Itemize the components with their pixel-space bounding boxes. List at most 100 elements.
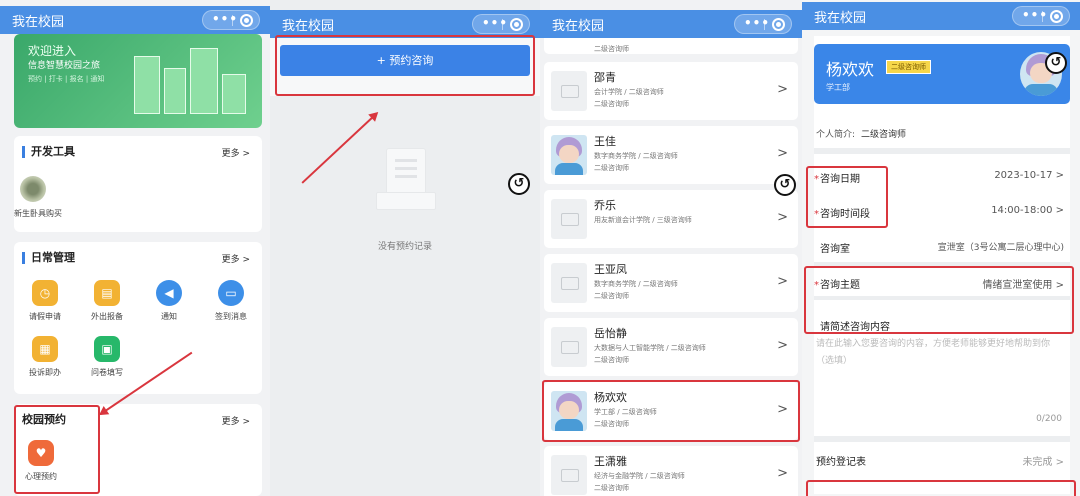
chat-bubble-icon: ▭ (218, 280, 244, 306)
highlight-selected-counselor (542, 380, 800, 442)
home-banner[interactable]: 欢迎进入 信息智慧校园之旅 预约 | 打卡 | 报名 | 通知 (14, 34, 262, 128)
chevron-right-icon: > (777, 146, 788, 161)
highlight-topic-content (804, 266, 1074, 334)
close-mini-program-icon[interactable] (510, 18, 523, 31)
counselor-item[interactable]: 乔乐 用友新道会计学院 / 三级咨询师 > (544, 190, 798, 248)
empty-records-text: 没有预约记录 (377, 242, 432, 252)
chevron-right-icon: > (777, 82, 788, 97)
highlight-submit-area (806, 480, 1076, 496)
banner-building-illustration (222, 74, 246, 114)
mini-program-capsule[interactable]: ••• (1012, 6, 1070, 26)
capsule-divider (1042, 11, 1043, 22)
outing-report-label: 外出报备 (91, 312, 123, 321)
survey-item[interactable]: ▣ 问卷填写 (82, 336, 132, 378)
counselor-list-screen: 二级咨询师 我在校园 ••• 邵青 会计学院 / 二级咨询师 二级咨询师 > 王… (540, 0, 802, 496)
counselor-level: 二级咨询师 (594, 484, 629, 492)
registration-form-row[interactable]: 预约登记表 未完成 > (814, 453, 1070, 468)
intro-label: 个人简介: (816, 130, 856, 140)
content-textarea[interactable]: 请在此输入您要咨询的内容，方便老师能够更好地帮助到你（选填） (816, 336, 1066, 370)
daily-management-more-link[interactable]: 更多 > (222, 252, 250, 265)
char-counter: 0/200 (1036, 414, 1062, 424)
counselor-level: 二级咨询师 (594, 100, 629, 108)
room-value: 宣泄室（3号公寓二层心理中心) (937, 243, 1064, 253)
counselor-department: 用友新道会计学院 / 三级咨询师 (594, 216, 692, 224)
back-icon[interactable]: ↺ (508, 173, 530, 195)
notice-item[interactable]: ◀ 通知 (144, 280, 194, 322)
profile-department: 学工部 (826, 83, 850, 92)
highlight-campus-booking (14, 405, 100, 494)
door-icon: ▤ (94, 280, 120, 306)
time-slot-value[interactable]: 14:00-18:00 > (991, 205, 1064, 216)
more-icon[interactable]: ••• (744, 16, 770, 30)
chevron-right-icon: > (777, 338, 788, 353)
banner-building-illustration (164, 68, 186, 114)
megaphone-icon: ◀ (156, 280, 182, 306)
counselor-item[interactable]: 邵青 会计学院 / 二级咨询师 二级咨询师 > (544, 62, 798, 120)
close-mini-program-icon[interactable] (240, 14, 253, 27)
counselor-name: 岳怡静 (594, 327, 627, 340)
back-icon[interactable]: ↺ (774, 174, 796, 196)
bedding-purchase-icon[interactable] (20, 176, 46, 202)
bedding-purchase-label[interactable]: 新生卧具购买 (14, 208, 62, 219)
counselor-level: 二级咨询师 (594, 356, 629, 364)
counselor-department: 会计学院 / 二级咨询师 (594, 88, 664, 96)
capsule-divider (232, 15, 233, 26)
counselor-item[interactable]: 岳怡静 大数据与人工智能学院 / 二级咨询师 二级咨询师 > (544, 318, 798, 376)
counselor-level: 二级咨询师 (594, 292, 629, 300)
counselor-item[interactable]: 王潇雅 经济与金融学院 / 二级咨询师 二级咨询师 > (544, 446, 798, 496)
more-icon[interactable]: ••• (1022, 8, 1048, 22)
back-icon[interactable]: ↺ (1045, 52, 1067, 74)
highlight-book-button (275, 35, 535, 96)
mini-program-capsule[interactable]: ••• (202, 10, 260, 30)
nav-title: 我在校园 (282, 19, 335, 34)
profile-name: 杨欢欢 (826, 60, 875, 79)
booking-detail-screen: 我在校园 ••• 杨欢欢 二级咨询师 学工部 ↺ 个人简介: 二级咨询师 *咨询日… (802, 0, 1080, 496)
document-icon: ▦ (32, 336, 58, 362)
profile-level-badge: 二级咨询师 (886, 60, 931, 74)
daily-management-title: 日常管理 (22, 252, 75, 264)
close-mini-program-icon[interactable] (772, 18, 785, 31)
counselor-item[interactable]: 王佳 数字商务学院 / 二级咨询师 二级咨询师 > (544, 126, 798, 184)
counselor-level: 二级咨询师 (594, 164, 629, 172)
avatar-placeholder-icon (551, 455, 587, 495)
avatar-placeholder-icon (551, 199, 587, 239)
chevron-right-icon: > (777, 466, 788, 481)
empty-state-illustration (376, 148, 438, 218)
leave-request-label: 请假申请 (29, 312, 61, 321)
intro-value: 二级咨询师 (861, 130, 907, 140)
campus-booking-more-link[interactable]: 更多 > (222, 414, 250, 427)
nav-bar: 我在校园 ••• (270, 10, 540, 38)
capsule-divider (502, 19, 503, 30)
dev-tools-title: 开发工具 (22, 146, 75, 158)
counselor-department: 大数据与人工智能学院 / 二级咨询师 (594, 344, 706, 352)
clock-icon: ◷ (32, 280, 58, 306)
clipboard-icon: ▣ (94, 336, 120, 362)
date-value[interactable]: 2023-10-17 > (994, 170, 1064, 181)
checkin-message-item[interactable]: ▭ 签到消息 (206, 280, 256, 322)
registration-form-status[interactable]: 未完成 > (1022, 453, 1064, 468)
more-icon[interactable]: ••• (212, 12, 238, 26)
counselor-department: 经济与金融学院 / 二级咨询师 (594, 472, 685, 480)
more-icon[interactable]: ••• (482, 16, 508, 30)
counselor-department: 数字商务学院 / 二级咨询师 (594, 280, 678, 288)
mini-program-capsule[interactable]: ••• (472, 14, 530, 34)
survey-label: 问卷填写 (91, 368, 123, 377)
nav-bar: 我在校园 ••• (0, 6, 270, 34)
leave-request-item[interactable]: ◷ 请假申请 (20, 280, 70, 322)
registration-form-label: 预约登记表 (816, 457, 866, 468)
banner-building-illustration (190, 48, 218, 114)
complaint-label: 投诉即办 (29, 368, 61, 377)
avatar-placeholder-icon (551, 71, 587, 111)
banner-subtitle: 信息智慧校园之旅 (28, 61, 101, 71)
empty-document-icon (386, 148, 426, 198)
outing-report-item[interactable]: ▤ 外出报备 (82, 280, 132, 322)
close-mini-program-icon[interactable] (1050, 10, 1063, 23)
counselor-name: 乔乐 (594, 199, 616, 212)
dev-tools-more-link[interactable]: 更多 > (222, 146, 250, 159)
counselor-item[interactable]: 王亚凤 数字商务学院 / 二级咨询师 二级咨询师 > (544, 254, 798, 312)
mini-program-capsule[interactable]: ••• (734, 14, 792, 34)
chevron-right-icon: > (777, 274, 788, 289)
empty-tray-icon (376, 192, 436, 210)
complaint-item[interactable]: ▦ 投诉即办 (20, 336, 70, 378)
section-divider (814, 148, 1070, 154)
